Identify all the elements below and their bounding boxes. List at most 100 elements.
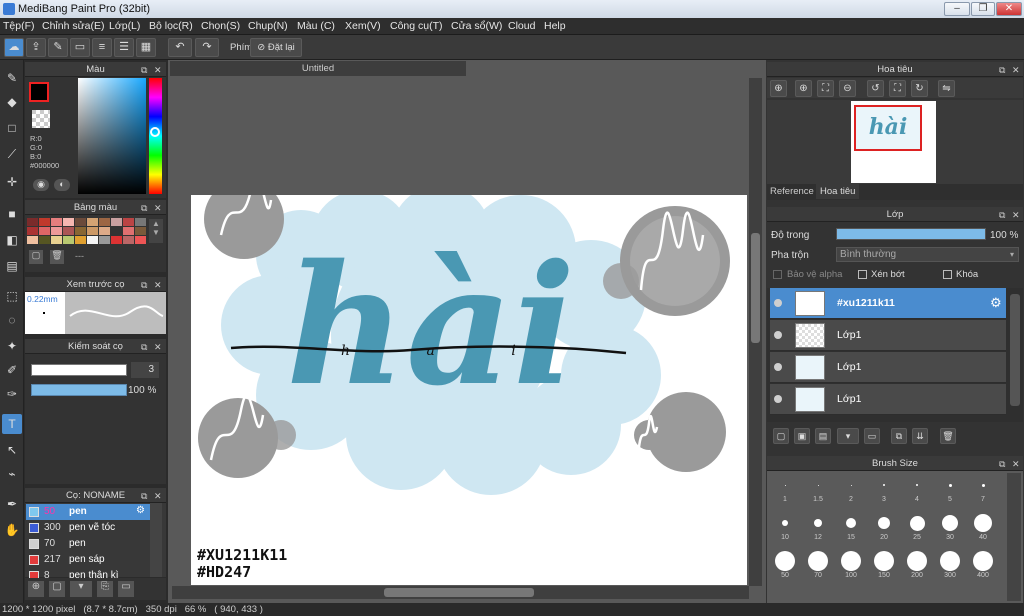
- float-icon[interactable]: ⧉: [141, 278, 147, 293]
- menu-tools[interactable]: Công cụ(T): [390, 20, 443, 32]
- protect-alpha-checkbox[interactable]: [773, 270, 782, 279]
- brush-size-option[interactable]: 2: [836, 474, 866, 508]
- float-icon[interactable]: ⧉: [141, 340, 147, 355]
- maximize-button[interactable]: ❐: [971, 2, 995, 16]
- bucket-tool-icon[interactable]: ◧: [2, 230, 22, 250]
- brush-list-item[interactable]: 70 pen: [26, 536, 150, 552]
- navigator-viewport[interactable]: hài: [854, 105, 922, 151]
- menu-filter[interactable]: Bộ lọc(R): [149, 20, 193, 32]
- eye-icon[interactable]: [774, 331, 782, 339]
- zoom-plus-icon[interactable]: ⊕: [795, 80, 812, 97]
- brush-size-option[interactable]: 40: [968, 512, 998, 546]
- brush-size-option[interactable]: 7: [968, 474, 998, 508]
- new-palette-icon[interactable]: ▢: [29, 250, 43, 264]
- palette-swatch[interactable]: [135, 236, 146, 244]
- palette-swatch[interactable]: [135, 218, 146, 226]
- layer-row[interactable]: Lớp1: [770, 352, 1006, 383]
- brush-size-option[interactable]: 200: [902, 550, 932, 584]
- brush-size-option[interactable]: 1: [770, 474, 800, 508]
- layer-row[interactable]: Lớp1: [770, 320, 1006, 351]
- layer-opacity-slider[interactable]: [836, 228, 986, 240]
- select-eraser-tool-icon[interactable]: ✑: [2, 384, 22, 404]
- minimize-button[interactable]: –: [944, 2, 970, 16]
- menu-edit[interactable]: Chỉnh sửa(E): [42, 20, 104, 32]
- palette-swatch[interactable]: [51, 236, 62, 244]
- new-8bit-layer-icon[interactable]: ▤: [815, 428, 831, 444]
- eye-icon[interactable]: [774, 395, 782, 403]
- palette-swatch[interactable]: [99, 227, 110, 235]
- close-icon[interactable]: ✕: [1012, 63, 1020, 78]
- gear-icon[interactable]: ⚙: [136, 505, 145, 516]
- folder-icon[interactable]: ▭: [118, 581, 134, 597]
- brush-size-scrollbar[interactable]: [1007, 473, 1021, 601]
- document-icon[interactable]: ≡: [92, 38, 112, 57]
- horizontal-scrollbar[interactable]: [172, 586, 749, 599]
- eyedropper-tool-icon[interactable]: ⌁: [2, 464, 22, 484]
- color-mode-icon[interactable]: ◉: [33, 179, 49, 191]
- lasso-tool-icon[interactable]: ◌: [2, 310, 22, 330]
- horizontal-scroll-thumb[interactable]: [384, 588, 534, 597]
- palette-swatch[interactable]: [87, 218, 98, 226]
- brush-size-option[interactable]: 100: [836, 550, 866, 584]
- palette-swatch[interactable]: [135, 227, 146, 235]
- palette-swatch[interactable]: [111, 236, 122, 244]
- fill-rect-tool-icon[interactable]: ■: [2, 204, 22, 224]
- reset-button[interactable]: ⊘ Đặt lại: [250, 38, 302, 57]
- fit-icon[interactable]: ⛶: [817, 80, 834, 97]
- copy-brush-icon[interactable]: ⎘: [97, 581, 113, 597]
- undo-icon[interactable]: ↶: [168, 38, 192, 57]
- palette-swatch[interactable]: [51, 227, 62, 235]
- lock-checkbox[interactable]: [943, 270, 952, 279]
- delete-layer-icon[interactable]: 🗑: [940, 428, 956, 444]
- brush-list-item[interactable]: 217 pen sáp: [26, 552, 150, 568]
- duplicate-layer-icon[interactable]: ⧉: [891, 428, 907, 444]
- float-icon[interactable]: ⧉: [999, 457, 1005, 472]
- close-icon[interactable]: ✕: [154, 340, 162, 355]
- close-icon[interactable]: ✕: [154, 278, 162, 293]
- palette-swatch[interactable]: [111, 218, 122, 226]
- clipping-checkbox[interactable]: [858, 270, 867, 279]
- eraser-tool-icon[interactable]: ◆: [2, 92, 22, 112]
- palette-swatch[interactable]: [111, 227, 122, 235]
- brush-size-option[interactable]: 30: [935, 512, 965, 546]
- brush-size-option[interactable]: 70: [803, 550, 833, 584]
- add-brush-icon[interactable]: ⊕: [28, 581, 44, 597]
- palette-swatch[interactable]: [27, 218, 38, 226]
- eye-icon[interactable]: [774, 363, 782, 371]
- navigator-thumbnail[interactable]: hài: [851, 101, 936, 183]
- brush-opacity-slider[interactable]: [31, 384, 127, 396]
- new-layer-icon[interactable]: ▢: [773, 428, 789, 444]
- brush-size-option[interactable]: 400: [968, 550, 998, 584]
- brush-size-option[interactable]: 5: [935, 474, 965, 508]
- brush-menu-icon[interactable]: ▾: [70, 581, 92, 597]
- layer-list-scrollbar[interactable]: [1010, 294, 1020, 406]
- vertical-scrollbar[interactable]: [749, 78, 762, 586]
- brush-size-option[interactable]: 1.5: [803, 474, 833, 508]
- palette-swatch[interactable]: [75, 218, 86, 226]
- zoom-out-icon[interactable]: ⊖: [839, 80, 856, 97]
- palette-swatch[interactable]: [63, 227, 74, 235]
- line-tool-icon[interactable]: ⟋: [2, 144, 22, 164]
- brush-size-option[interactable]: 300: [935, 550, 965, 584]
- brush-size-slider[interactable]: [31, 364, 127, 376]
- select-rect-tool-icon[interactable]: ⬚: [2, 286, 22, 306]
- float-icon[interactable]: ⧉: [141, 489, 147, 504]
- menu-help[interactable]: Help: [544, 20, 566, 32]
- select-pen-tool-icon[interactable]: ✐: [2, 360, 22, 380]
- eye-icon[interactable]: [774, 299, 782, 307]
- color-swap-icon[interactable]: ◐: [54, 179, 70, 191]
- palette-swatch[interactable]: [39, 227, 50, 235]
- hue-handle[interactable]: [150, 127, 160, 137]
- close-icon[interactable]: ✕: [1012, 457, 1020, 472]
- flip-icon[interactable]: ⇋: [938, 80, 955, 97]
- saturation-value-picker[interactable]: [78, 78, 146, 194]
- rotate-left-icon[interactable]: ↺: [867, 80, 884, 97]
- brush-list-item[interactable]: 50 pen ⚙: [26, 504, 150, 520]
- new-brush-icon[interactable]: ▢: [49, 581, 65, 597]
- brush-size-value[interactable]: 3: [131, 362, 159, 378]
- document-canvas[interactable]: hài h a i #XU1211K11 #HD247: [191, 195, 747, 585]
- menu-cloud[interactable]: Cloud: [508, 20, 535, 32]
- close-icon[interactable]: ✕: [154, 201, 162, 216]
- palette-swatch[interactable]: [51, 218, 62, 226]
- delete-palette-icon[interactable]: 🗑: [50, 250, 64, 264]
